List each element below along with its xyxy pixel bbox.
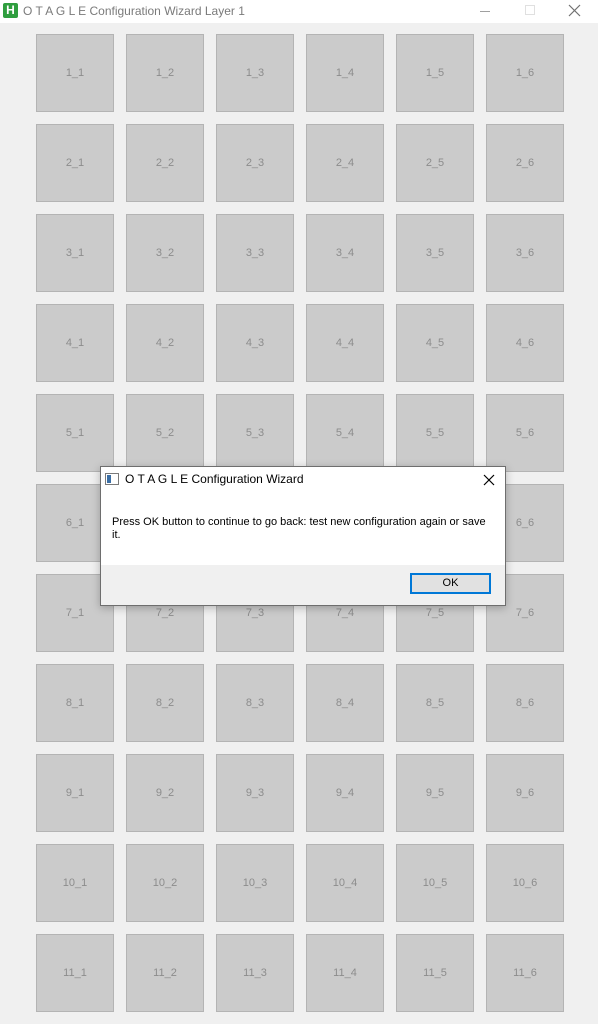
grid-cell-button[interactable]: 9_6 — [486, 754, 564, 832]
grid-cell-button[interactable]: 9_2 — [126, 754, 204, 832]
grid-cell-button[interactable]: 11_4 — [306, 934, 384, 1012]
grid-cell-button[interactable]: 1_3 — [216, 34, 294, 112]
window-titlebar[interactable]: H O T A G L E Configuration Wizard Layer… — [0, 0, 598, 23]
grid-cell-button[interactable]: 10_4 — [306, 844, 384, 922]
maximize-button[interactable] — [507, 0, 552, 23]
grid-cell-button[interactable]: 3_4 — [306, 214, 384, 292]
grid-cell-button[interactable]: 11_1 — [36, 934, 114, 1012]
ok-button[interactable]: OK — [410, 573, 491, 594]
dialog-title: O T A G L E Configuration Wizard — [125, 472, 304, 486]
grid-cell-button[interactable]: 1_2 — [126, 34, 204, 112]
grid-cell-button[interactable]: 10_2 — [126, 844, 204, 922]
dialog-app-icon — [105, 473, 119, 485]
grid-cell-button[interactable]: 11_2 — [126, 934, 204, 1012]
window-title: O T A G L E Configuration Wizard Layer 1 — [23, 4, 245, 18]
grid-cell-button[interactable]: 8_5 — [396, 664, 474, 742]
dialog-message: Press OK button to continue to go back: … — [112, 516, 486, 541]
grid-cell-button[interactable]: 1_4 — [306, 34, 384, 112]
close-icon — [483, 474, 495, 486]
grid-cell-button[interactable]: 5_3 — [216, 394, 294, 472]
grid-cell-button[interactable]: 4_5 — [396, 304, 474, 382]
minimize-icon — [480, 11, 490, 12]
grid-cell-button[interactable]: 10_1 — [36, 844, 114, 922]
grid-cell-button[interactable]: 8_4 — [306, 664, 384, 742]
grid-cell-button[interactable]: 8_1 — [36, 664, 114, 742]
grid-cell-button[interactable]: 1_1 — [36, 34, 114, 112]
message-dialog: O T A G L E Configuration Wizard Press O… — [100, 466, 506, 606]
grid-cell-button[interactable]: 5_5 — [396, 394, 474, 472]
grid-cell-button[interactable]: 2_5 — [396, 124, 474, 202]
grid-cell-button[interactable]: 11_3 — [216, 934, 294, 1012]
grid-cell-button[interactable]: 4_2 — [126, 304, 204, 382]
grid-cell-button[interactable]: 10_3 — [216, 844, 294, 922]
grid-cell-button[interactable]: 10_5 — [396, 844, 474, 922]
grid-cell-button[interactable]: 11_5 — [396, 934, 474, 1012]
grid-cell-button[interactable]: 4_4 — [306, 304, 384, 382]
grid-cell-button[interactable]: 3_3 — [216, 214, 294, 292]
dialog-titlebar[interactable]: O T A G L E Configuration Wizard — [101, 467, 505, 492]
close-button[interactable] — [552, 0, 597, 23]
grid-cell-button[interactable]: 2_4 — [306, 124, 384, 202]
grid-cell-button[interactable]: 3_5 — [396, 214, 474, 292]
grid-cell-button[interactable]: 9_5 — [396, 754, 474, 832]
grid-cell-button[interactable]: 5_2 — [126, 394, 204, 472]
grid-cell-button[interactable]: 5_4 — [306, 394, 384, 472]
grid-cell-button[interactable]: 9_4 — [306, 754, 384, 832]
grid-cell-button[interactable]: 5_1 — [36, 394, 114, 472]
grid-cell-button[interactable]: 11_6 — [486, 934, 564, 1012]
grid-cell-button[interactable]: 2_6 — [486, 124, 564, 202]
maximize-icon — [525, 5, 535, 15]
dialog-footer: OK — [101, 565, 505, 605]
minimize-button[interactable] — [462, 0, 507, 23]
grid-cell-button[interactable]: 2_2 — [126, 124, 204, 202]
grid-cell-button[interactable]: 1_5 — [396, 34, 474, 112]
grid-cell-button[interactable]: 3_6 — [486, 214, 564, 292]
app-icon: H — [3, 3, 18, 18]
grid-cell-button[interactable]: 4_1 — [36, 304, 114, 382]
close-icon — [568, 4, 581, 17]
grid-cell-button[interactable]: 9_3 — [216, 754, 294, 832]
grid-cell-button[interactable]: 5_6 — [486, 394, 564, 472]
grid-cell-button[interactable]: 8_6 — [486, 664, 564, 742]
grid-cell-button[interactable]: 10_6 — [486, 844, 564, 922]
grid-cell-button[interactable]: 9_1 — [36, 754, 114, 832]
grid-cell-button[interactable]: 8_2 — [126, 664, 204, 742]
dialog-close-button[interactable] — [473, 467, 505, 492]
grid-cell-button[interactable]: 1_6 — [486, 34, 564, 112]
grid-cell-button[interactable]: 2_3 — [216, 124, 294, 202]
grid-cell-button[interactable]: 4_6 — [486, 304, 564, 382]
grid-cell-button[interactable]: 3_1 — [36, 214, 114, 292]
grid-cell-button[interactable]: 4_3 — [216, 304, 294, 382]
grid-cell-button[interactable]: 8_3 — [216, 664, 294, 742]
grid-cell-button[interactable]: 2_1 — [36, 124, 114, 202]
grid-cell-button[interactable]: 3_2 — [126, 214, 204, 292]
